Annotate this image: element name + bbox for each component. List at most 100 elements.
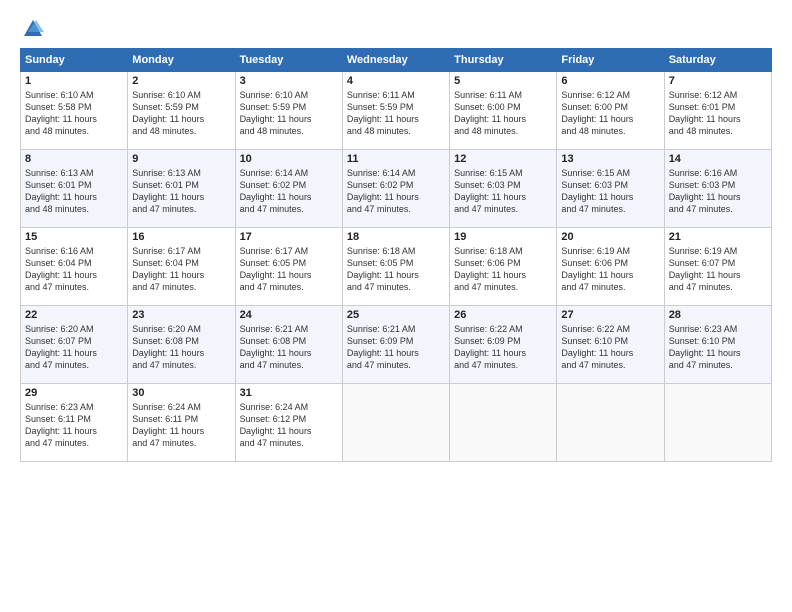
header-row: SundayMondayTuesdayWednesdayThursdayFrid… (21, 49, 772, 72)
day-number: 24 (240, 309, 338, 321)
day-info: Sunrise: 6:23 AMSunset: 6:11 PMDaylight:… (25, 401, 123, 450)
day-info: Sunrise: 6:12 AMSunset: 6:01 PMDaylight:… (669, 89, 767, 138)
calendar-day-cell: 25 Sunrise: 6:21 AMSunset: 6:09 PMDayligh… (342, 306, 449, 384)
day-info: Sunrise: 6:20 AMSunset: 6:07 PMDaylight:… (25, 323, 123, 372)
day-number: 7 (669, 75, 767, 87)
weekday-header: Wednesday (342, 49, 449, 72)
calendar-day-cell: 30 Sunrise: 6:24 AMSunset: 6:11 PMDayligh… (128, 384, 235, 462)
calendar-day-cell: 5 Sunrise: 6:11 AMSunset: 6:00 PMDaylight… (450, 72, 557, 150)
day-info: Sunrise: 6:10 AMSunset: 5:58 PMDaylight:… (25, 89, 123, 138)
calendar-day-cell: 2Sunrise: 6:10 AMSunset: 5:59 PMDaylight… (128, 72, 235, 150)
day-number: 17 (240, 231, 338, 243)
day-info: Sunrise: 6:11 AMSunset: 6:00 PMDaylight:… (454, 89, 552, 138)
day-number: 1 (25, 75, 123, 87)
day-number: 10 (240, 153, 338, 165)
day-info: Sunrise: 6:15 AMSunset: 6:03 PMDaylight:… (561, 167, 659, 216)
day-info: Sunrise: 6:14 AMSunset: 6:02 PMDaylight:… (240, 167, 338, 216)
calendar-day-cell: 27Sunrise: 6:22 AMSunset: 6:10 PMDayligh… (557, 306, 664, 384)
calendar-day-cell: 16Sunrise: 6:17 AMSunset: 6:04 PMDayligh… (128, 228, 235, 306)
day-number: 5 (454, 75, 552, 87)
calendar-week-row: 22 Sunrise: 6:20 AMSunset: 6:07 PMDayligh… (21, 306, 772, 384)
page: SundayMondayTuesdayWednesdayThursdayFrid… (0, 0, 792, 612)
calendar-day-cell: 11 Sunrise: 6:14 AMSunset: 6:02 PMDayligh… (342, 150, 449, 228)
calendar-day-cell: 29Sunrise: 6:23 AMSunset: 6:11 PMDayligh… (21, 384, 128, 462)
calendar-week-row: 15 Sunrise: 6:16 AMSunset: 6:04 PMDayligh… (21, 228, 772, 306)
day-number: 20 (561, 231, 659, 243)
day-number: 18 (347, 231, 445, 243)
day-info: Sunrise: 6:16 AMSunset: 6:03 PMDaylight:… (669, 167, 767, 216)
day-number: 23 (132, 309, 230, 321)
empty-cell (342, 384, 449, 462)
day-number: 12 (454, 153, 552, 165)
day-number: 31 (240, 387, 338, 399)
day-info: Sunrise: 6:19 AMSunset: 6:07 PMDaylight:… (669, 245, 767, 294)
day-info: Sunrise: 6:17 AMSunset: 6:05 PMDaylight:… (240, 245, 338, 294)
logo-icon (22, 18, 44, 40)
weekday-header: Monday (128, 49, 235, 72)
calendar-day-cell: 1 Sunrise: 6:10 AMSunset: 5:58 PMDaylight… (21, 72, 128, 150)
day-number: 3 (240, 75, 338, 87)
calendar-day-cell: 31 Sunrise: 6:24 AMSunset: 6:12 PMDayligh… (235, 384, 342, 462)
day-info: Sunrise: 6:16 AMSunset: 6:04 PMDaylight:… (25, 245, 123, 294)
day-number: 19 (454, 231, 552, 243)
calendar-day-cell: 14 Sunrise: 6:16 AMSunset: 6:03 PMDayligh… (664, 150, 771, 228)
calendar-week-row: 1 Sunrise: 6:10 AMSunset: 5:58 PMDaylight… (21, 72, 772, 150)
day-number: 11 (347, 153, 445, 165)
day-info: Sunrise: 6:17 AMSunset: 6:04 PMDaylight:… (132, 245, 230, 294)
calendar-week-row: 29Sunrise: 6:23 AMSunset: 6:11 PMDayligh… (21, 384, 772, 462)
calendar: SundayMondayTuesdayWednesdayThursdayFrid… (20, 48, 772, 462)
day-number: 15 (25, 231, 123, 243)
calendar-day-cell: 17 Sunrise: 6:17 AMSunset: 6:05 PMDayligh… (235, 228, 342, 306)
day-info: Sunrise: 6:18 AMSunset: 6:05 PMDaylight:… (347, 245, 445, 294)
day-info: Sunrise: 6:22 AMSunset: 6:09 PMDaylight:… (454, 323, 552, 372)
calendar-day-cell: 21 Sunrise: 6:19 AMSunset: 6:07 PMDayligh… (664, 228, 771, 306)
day-info: Sunrise: 6:14 AMSunset: 6:02 PMDaylight:… (347, 167, 445, 216)
calendar-day-cell: 9Sunrise: 6:13 AMSunset: 6:01 PMDaylight… (128, 150, 235, 228)
day-number: 25 (347, 309, 445, 321)
day-info: Sunrise: 6:18 AMSunset: 6:06 PMDaylight:… (454, 245, 552, 294)
day-info: Sunrise: 6:24 AMSunset: 6:12 PMDaylight:… (240, 401, 338, 450)
weekday-header: Sunday (21, 49, 128, 72)
day-info: Sunrise: 6:21 AMSunset: 6:08 PMDaylight:… (240, 323, 338, 372)
calendar-day-cell: 18 Sunrise: 6:18 AMSunset: 6:05 PMDayligh… (342, 228, 449, 306)
calendar-day-cell: 22 Sunrise: 6:20 AMSunset: 6:07 PMDayligh… (21, 306, 128, 384)
day-info: Sunrise: 6:10 AMSunset: 5:59 PMDaylight:… (240, 89, 338, 138)
weekday-header: Tuesday (235, 49, 342, 72)
day-info: Sunrise: 6:15 AMSunset: 6:03 PMDaylight:… (454, 167, 552, 216)
day-info: Sunrise: 6:19 AMSunset: 6:06 PMDaylight:… (561, 245, 659, 294)
empty-cell (664, 384, 771, 462)
day-info: Sunrise: 6:21 AMSunset: 6:09 PMDaylight:… (347, 323, 445, 372)
day-number: 8 (25, 153, 123, 165)
day-info: Sunrise: 6:20 AMSunset: 6:08 PMDaylight:… (132, 323, 230, 372)
day-number: 30 (132, 387, 230, 399)
day-info: Sunrise: 6:24 AMSunset: 6:11 PMDaylight:… (132, 401, 230, 450)
calendar-day-cell: 19 Sunrise: 6:18 AMSunset: 6:06 PMDayligh… (450, 228, 557, 306)
calendar-day-cell: 7 Sunrise: 6:12 AMSunset: 6:01 PMDaylight… (664, 72, 771, 150)
day-info: Sunrise: 6:13 AMSunset: 6:01 PMDaylight:… (25, 167, 123, 216)
header (20, 18, 772, 40)
calendar-week-row: 8 Sunrise: 6:13 AMSunset: 6:01 PMDaylight… (21, 150, 772, 228)
day-number: 13 (561, 153, 659, 165)
day-info: Sunrise: 6:11 AMSunset: 5:59 PMDaylight:… (347, 89, 445, 138)
day-number: 28 (669, 309, 767, 321)
day-number: 6 (561, 75, 659, 87)
calendar-day-cell: 10 Sunrise: 6:14 AMSunset: 6:02 PMDayligh… (235, 150, 342, 228)
day-number: 2 (132, 75, 230, 87)
day-number: 27 (561, 309, 659, 321)
day-info: Sunrise: 6:23 AMSunset: 6:10 PMDaylight:… (669, 323, 767, 372)
calendar-day-cell: 28 Sunrise: 6:23 AMSunset: 6:10 PMDayligh… (664, 306, 771, 384)
calendar-day-cell: 12 Sunrise: 6:15 AMSunset: 6:03 PMDayligh… (450, 150, 557, 228)
empty-cell (557, 384, 664, 462)
weekday-header: Friday (557, 49, 664, 72)
empty-cell (450, 384, 557, 462)
calendar-day-cell: 8 Sunrise: 6:13 AMSunset: 6:01 PMDaylight… (21, 150, 128, 228)
calendar-day-cell: 15 Sunrise: 6:16 AMSunset: 6:04 PMDayligh… (21, 228, 128, 306)
logo (20, 18, 44, 40)
day-number: 14 (669, 153, 767, 165)
calendar-day-cell: 6Sunrise: 6:12 AMSunset: 6:00 PMDaylight… (557, 72, 664, 150)
calendar-day-cell: 26Sunrise: 6:22 AMSunset: 6:09 PMDayligh… (450, 306, 557, 384)
day-number: 22 (25, 309, 123, 321)
day-number: 21 (669, 231, 767, 243)
calendar-day-cell: 20 Sunrise: 6:19 AMSunset: 6:06 PMDayligh… (557, 228, 664, 306)
calendar-day-cell: 4Sunrise: 6:11 AMSunset: 5:59 PMDaylight… (342, 72, 449, 150)
